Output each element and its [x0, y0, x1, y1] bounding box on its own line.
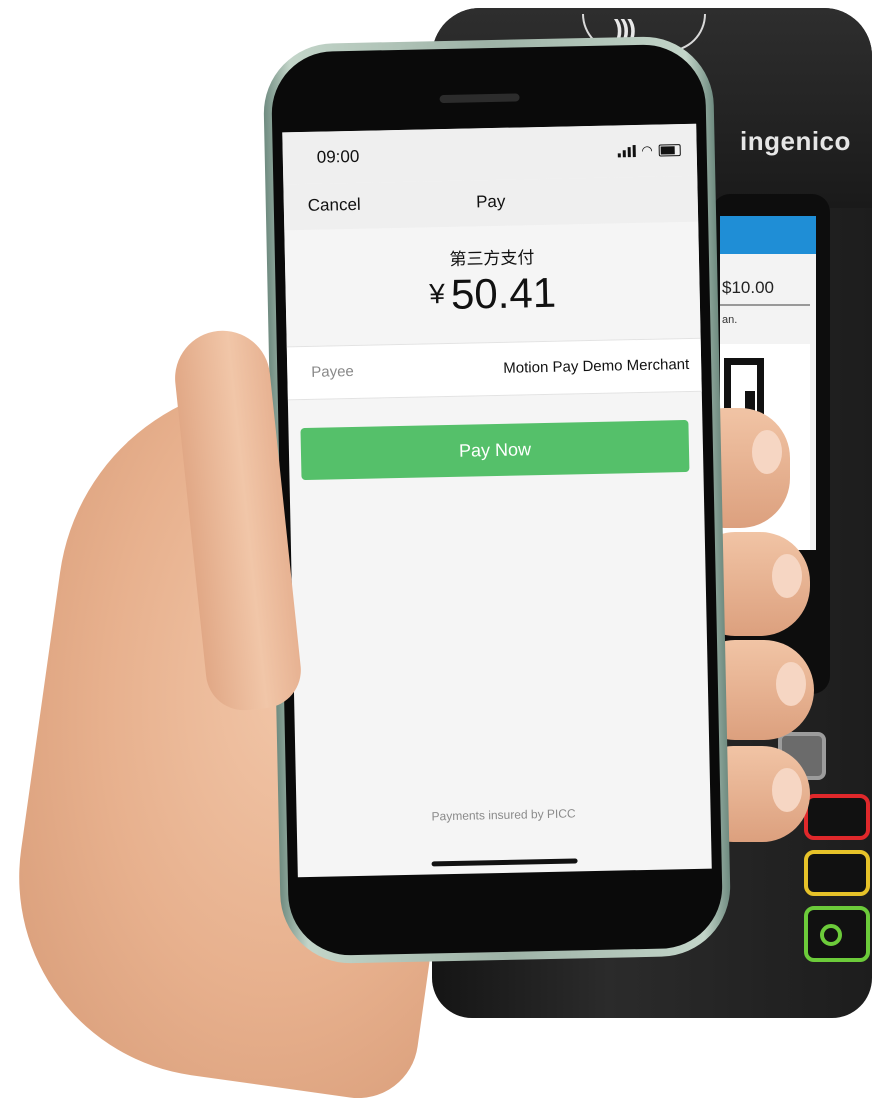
status-icons: ◠: [617, 142, 681, 159]
footer-note: Payments insured by PICC: [431, 806, 576, 824]
terminal-brand-logo: ingenico: [740, 126, 851, 156]
signal-icon: [617, 145, 636, 158]
phone-bezel: 09:00 ◠ Pay Cancel 第三方支付 ¥50.41 Payee Mo…: [270, 43, 724, 957]
phone-screen: 09:00 ◠ Pay Cancel 第三方支付 ¥50.41 Payee Mo…: [282, 123, 712, 878]
wifi-icon: ◠: [641, 142, 653, 158]
payment-amount: ¥50.41: [285, 266, 700, 323]
payee-label: Payee: [311, 362, 355, 381]
terminal-screen-header: [720, 216, 816, 254]
status-bar: 09:00 ◠: [282, 123, 698, 185]
cancel-button[interactable]: Cancel: [308, 195, 361, 216]
earpiece: [439, 93, 520, 104]
enter-circle-icon: [820, 924, 842, 946]
currency-symbol: ¥: [428, 278, 446, 310]
terminal-note: an.: [722, 314, 738, 326]
home-indicator[interactable]: [431, 858, 578, 867]
amount-value: 50.41: [450, 268, 557, 318]
pay-now-button[interactable]: Pay Now: [300, 419, 690, 481]
terminal-cancel-key[interactable]: [804, 794, 870, 840]
smartphone: 09:00 ◠ Pay Cancel 第三方支付 ¥50.41 Payee Mo…: [262, 35, 732, 965]
payment-summary: 第三方支付 ¥50.41: [284, 221, 701, 347]
battery-icon: [658, 144, 681, 157]
terminal-divider: [720, 304, 810, 306]
payee-value: Motion Pay Demo Merchant: [503, 355, 690, 377]
payee-row: Payee Motion Pay Demo Merchant: [286, 337, 702, 401]
status-time: 09:00: [316, 146, 360, 167]
terminal-clear-key[interactable]: [804, 850, 870, 896]
terminal-amount: $10.00: [722, 278, 774, 297]
terminal-enter-key[interactable]: [804, 906, 870, 962]
